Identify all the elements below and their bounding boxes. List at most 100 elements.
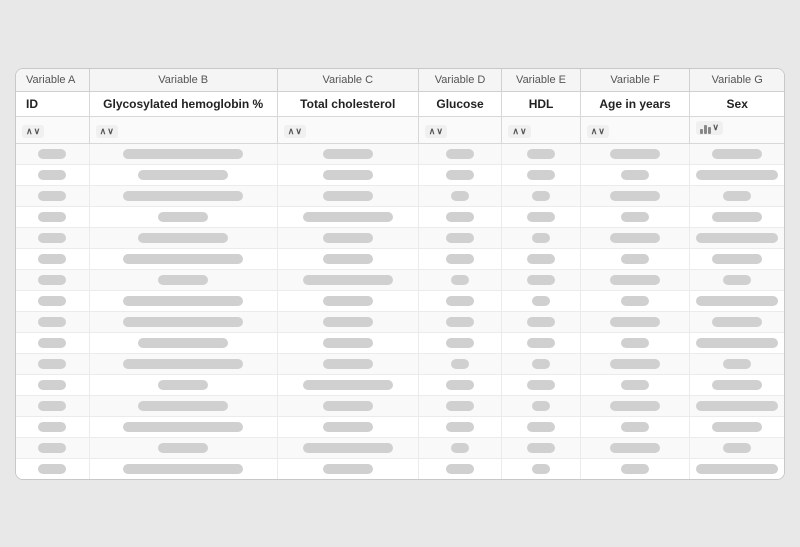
sort-sex[interactable]: ∨ [690, 116, 784, 143]
table-cell [502, 206, 580, 227]
table-cell [418, 395, 502, 416]
table-cell [690, 164, 784, 185]
sort-down-icon: ∨ [295, 126, 302, 137]
bar-chart-icon [700, 122, 711, 134]
table-body [16, 143, 784, 479]
table-cell [277, 248, 418, 269]
table-cell [16, 164, 89, 185]
table-cell [418, 374, 502, 395]
table-cell [89, 416, 277, 437]
table-row [16, 395, 784, 416]
table-row [16, 332, 784, 353]
table-cell [580, 458, 690, 479]
sort-control-hdl[interactable]: ∧ ∨ [508, 125, 530, 138]
table-cell [16, 143, 89, 164]
table-cell [502, 374, 580, 395]
sort-up-icon: ∧ [429, 126, 436, 137]
table-row [16, 248, 784, 269]
table-cell [580, 290, 690, 311]
table-cell [89, 353, 277, 374]
table-cell [690, 185, 784, 206]
table-cell [580, 269, 690, 290]
table-row [16, 164, 784, 185]
table-cell [89, 206, 277, 227]
table-cell [277, 164, 418, 185]
table-cell [89, 185, 277, 206]
sort-up-icon: ∧ [512, 126, 519, 137]
table-cell [16, 437, 89, 458]
table-cell [89, 143, 277, 164]
table-cell [502, 437, 580, 458]
sort-glycosylated[interactable]: ∧ ∨ [89, 116, 277, 143]
variable-a-header: Variable A [16, 69, 89, 92]
table-cell [418, 248, 502, 269]
table-cell [16, 227, 89, 248]
table-row [16, 290, 784, 311]
sort-up-icon: ∧ [591, 126, 598, 137]
table-cell [690, 374, 784, 395]
table-cell [690, 395, 784, 416]
col-id: ID [16, 91, 89, 116]
col-age: Age in years [580, 91, 690, 116]
sort-cholesterol[interactable]: ∧ ∨ [277, 116, 418, 143]
table-cell [16, 353, 89, 374]
table-cell [418, 416, 502, 437]
variable-header-row: Variable A Variable B Variable C Variabl… [16, 69, 784, 92]
sort-control-glucose[interactable]: ∧ ∨ [425, 125, 447, 138]
sort-control-cholesterol[interactable]: ∧ ∨ [284, 125, 306, 138]
table-cell [16, 206, 89, 227]
data-table: Variable A Variable B Variable C Variabl… [15, 68, 785, 480]
table-cell [89, 164, 277, 185]
table-cell [16, 311, 89, 332]
table-cell [277, 269, 418, 290]
table-cell [418, 290, 502, 311]
col-sex: Sex [690, 91, 784, 116]
table-row [16, 374, 784, 395]
table-cell [502, 458, 580, 479]
col-hdl: HDL [502, 91, 580, 116]
sort-age[interactable]: ∧ ∨ [580, 116, 690, 143]
sort-down-icon: ∨ [712, 122, 719, 133]
table-cell [277, 332, 418, 353]
table-cell [580, 332, 690, 353]
table-cell [16, 395, 89, 416]
table-cell [277, 374, 418, 395]
table-cell [502, 395, 580, 416]
table-cell [690, 311, 784, 332]
table-cell [580, 437, 690, 458]
table-cell [16, 332, 89, 353]
variable-e-header: Variable E [502, 69, 580, 92]
sort-control-age[interactable]: ∧ ∨ [587, 125, 609, 138]
table-cell [690, 206, 784, 227]
table-cell [580, 248, 690, 269]
table-cell [580, 143, 690, 164]
sort-control-sex[interactable]: ∨ [696, 121, 723, 135]
table-cell [580, 227, 690, 248]
table-row [16, 458, 784, 479]
sort-glucose[interactable]: ∧ ∨ [418, 116, 502, 143]
table-cell [418, 269, 502, 290]
table-cell [690, 290, 784, 311]
table-cell [502, 353, 580, 374]
table-row [16, 416, 784, 437]
table-cell [16, 185, 89, 206]
table-cell [418, 458, 502, 479]
table-cell [580, 374, 690, 395]
sort-id[interactable]: ∧ ∨ [16, 116, 89, 143]
sort-control-id[interactable]: ∧ ∨ [22, 125, 44, 138]
sort-filter-row: ∧ ∨ ∧ ∨ ∧ ∨ [16, 116, 784, 143]
table-cell [16, 248, 89, 269]
table-cell [418, 164, 502, 185]
sort-down-icon: ∨ [598, 126, 605, 137]
table-cell [16, 416, 89, 437]
table-cell [580, 206, 690, 227]
sort-control-glycosylated[interactable]: ∧ ∨ [96, 125, 118, 138]
table-cell [502, 185, 580, 206]
table-cell [690, 143, 784, 164]
sort-up-icon: ∧ [288, 126, 295, 137]
table-cell [89, 458, 277, 479]
table-cell [277, 416, 418, 437]
sort-hdl[interactable]: ∧ ∨ [502, 116, 580, 143]
table-row [16, 227, 784, 248]
table-cell [89, 374, 277, 395]
